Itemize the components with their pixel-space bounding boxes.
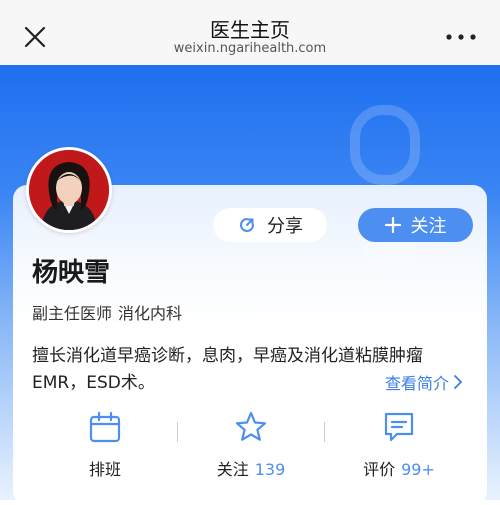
view-profile-label: 查看简介 (385, 374, 450, 393)
top-bar: 医生主页 weixin.ngarihealth.com (0, 0, 500, 65)
page-url: weixin.ngarihealth.com (173, 41, 327, 56)
follow-button[interactable]: 关注 (358, 208, 473, 242)
doctor-name: 杨映雪 (32, 258, 111, 288)
follow-stat[interactable]: 关注 139 (181, 410, 321, 480)
doctor-photo (29, 150, 109, 230)
doctor-title: 副主任医师 (32, 304, 113, 323)
avatar (26, 147, 112, 233)
comment-icon (384, 412, 414, 442)
divider (177, 422, 178, 442)
review-count: 99+ (401, 460, 435, 479)
follow-stat-label: 关注 (216, 460, 249, 479)
follow-count: 139 (254, 460, 286, 479)
share-button[interactable]: 分享 (213, 208, 327, 242)
share-icon (240, 218, 254, 232)
chevron-right-icon (454, 375, 463, 389)
schedule-tab[interactable]: 排班 (35, 410, 175, 480)
review-label: 评价 (363, 460, 396, 479)
schedule-label: 排班 (88, 460, 121, 479)
doctor-department: 消化内科 (118, 304, 183, 323)
view-profile-link[interactable]: 查看简介 (385, 370, 463, 394)
plus-icon (384, 217, 401, 233)
star-icon (235, 411, 267, 441)
review-stat[interactable]: 评价 99+ (329, 410, 469, 480)
doctor-title-department: 副主任医师 消化内科 (32, 300, 182, 324)
page-title: 医生主页 (210, 18, 290, 42)
calendar-icon (89, 411, 121, 443)
share-label: 分享 (267, 216, 303, 237)
more-icon[interactable] (444, 30, 478, 44)
divider (324, 422, 325, 442)
stats-bar: 排班 关注 139 评价 99+ (0, 410, 500, 500)
follow-label: 关注 (410, 216, 447, 237)
